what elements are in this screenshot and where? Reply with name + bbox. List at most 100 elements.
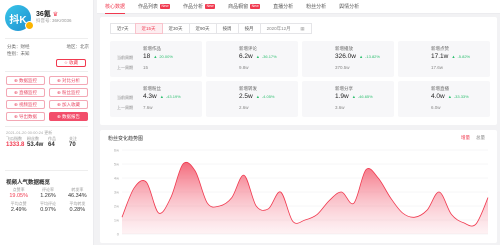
range-option[interactable]: 近30天 [161, 23, 190, 34]
metric-value: 1.9w ▲ -46.65% [335, 93, 373, 100]
period-label: 上一周期 [117, 105, 133, 110]
period-label: 上一周期 [117, 65, 133, 70]
popularity-value: 2.49% [10, 207, 27, 213]
data-point [365, 169, 366, 170]
popularity-title: 视频人气数据概览 [6, 180, 51, 186]
tab-item[interactable]: 粉丝分析 [306, 0, 326, 14]
info-value: 北京 [80, 44, 89, 49]
trend-arrow-icon: ▲ [158, 94, 164, 99]
data-point [195, 170, 196, 171]
range-option[interactable]: 近7天 [110, 23, 136, 34]
metric-current: 1.9w [335, 93, 349, 100]
popularity-value: 1.26% [40, 193, 56, 199]
metric-delta: -13.82% [365, 54, 380, 59]
metric-value: 6.2w ▲ -36.17% [239, 53, 277, 60]
avatar[interactable]: 抖K [5, 5, 34, 31]
action-button[interactable]: ⊕ 视频监控 [6, 100, 45, 109]
metric-title: 新增点赞 [431, 46, 449, 51]
metric-previous: 7.6w [143, 105, 153, 110]
account-name-text: 36氪 [36, 11, 51, 18]
action-button[interactable]: ⊕ 粉丝监控 [49, 88, 88, 97]
main-content: 核心数据 作品列表 New 作品分析 New 商品橱窗 New 直播分析 粉丝分析 舆情分析 近7… [97, 0, 500, 245]
tab-bar: 核心数据 作品列表 New 作品分析 New 商品橱窗 New 直播分析 粉丝分析 舆情分析 [97, 0, 500, 14]
metric-delta: 20.00% [159, 54, 173, 59]
metric-value: 18 ▲ 20.00% [143, 53, 173, 60]
metric-title: 新增播放 [335, 46, 353, 51]
metric-previous: 15 [143, 65, 149, 70]
metric-card: 新增点赞 17.1w ▲ -5.82% 17.6w [398, 41, 490, 77]
data-point [207, 203, 208, 204]
popularity-item: 点赞率 19.05% [4, 187, 33, 199]
tab-item[interactable]: 直播分析 [273, 0, 293, 14]
tab-label: 作品列表 [138, 4, 159, 10]
y-tick-label: 6w [114, 148, 119, 153]
action-button[interactable]: ⊕ 直播监控 [6, 88, 45, 97]
metric-card: 新增播放 326.0w ▲ -13.82% 370.5w [302, 41, 394, 77]
divider [5, 170, 88, 171]
tab-label: 直播分析 [273, 4, 294, 10]
action-button[interactable]: ⊕ 数据报告 [49, 112, 88, 121]
popularity-value: 0.97% [40, 207, 56, 213]
new-badge: New [250, 4, 261, 9]
tab-item[interactable]: 舆情分析 [339, 0, 359, 14]
popularity-item: 平均转发 0.28% [63, 201, 92, 213]
data-point [353, 203, 354, 204]
tab-item[interactable]: 核心数据 [105, 0, 126, 14]
page: 抖K 36氪 ♛ 抖音号: 36Kr0036 分类：财经 地区：北京 性别：未知 … [0, 0, 500, 245]
range-option[interactable]: 按月 [237, 23, 261, 34]
data-point [292, 221, 293, 222]
tab-item[interactable]: 商品橱窗 New [228, 0, 261, 14]
data-point [475, 224, 476, 225]
tab-label: 粉丝分析 [306, 4, 327, 10]
metric-title: 新增直播 [431, 86, 449, 91]
metric-current: 4.0w [431, 93, 445, 100]
range-option[interactable]: 按周 [215, 23, 239, 34]
period-label: 当前周期 [117, 95, 133, 100]
info-value: 未知 [20, 51, 30, 56]
metric-current: 6.2w [239, 53, 253, 60]
metric-previous: 370.5w [335, 65, 350, 70]
range-option[interactable]: 近15天 [134, 23, 163, 34]
stat-cell: 关注 70 [69, 136, 90, 148]
data-point [341, 191, 342, 192]
action-button[interactable]: ⊕ 数据监控 [6, 76, 45, 85]
metric-title: 新增转发 [239, 86, 257, 91]
y-tick-label: 3w [114, 190, 119, 195]
info-region: 地区：北京 [67, 44, 90, 51]
action-button[interactable]: ⊕ 加入收藏 [49, 100, 88, 109]
data-point [256, 205, 257, 206]
metric-previous: 9.8w [239, 65, 249, 70]
action-button[interactable]: ⊕ 对比分析 [49, 76, 88, 85]
y-tick-label: 5w [114, 162, 119, 167]
trend-arrow-icon: ▲ [254, 94, 260, 99]
metric-current: 17.1w [431, 53, 449, 60]
trend-arrow-icon: ▲ [446, 94, 452, 99]
data-point [158, 212, 159, 213]
action-buttons: ⊕ 数据监控 ⊕ 对比分析 ⊕ 直播监控 ⊕ 粉丝监控 ⊕ 视频监控 ⊕ 加入收藏 ⊕ 导出… [6, 76, 88, 121]
date-picker[interactable]: 2020年12月 ▦ [259, 23, 312, 34]
metric-card: 新增分享 1.9w ▲ -46.65% 3.6w [302, 81, 394, 117]
metric-delta: -43.19% [165, 94, 181, 99]
verified-badge-icon [25, 21, 34, 30]
tab-item[interactable]: 作品分析 New [183, 0, 216, 14]
data-point [231, 197, 232, 198]
info-label: 地区： [66, 44, 81, 49]
stat-value: 70 [69, 142, 76, 148]
tab-label: 舆情分析 [339, 4, 360, 10]
metric-card: 新增直播 4.0w ▲ -33.33% 6.0w [398, 81, 490, 117]
fans-trend-chart: 6w 5w 4w 3w 2w 1w 0 [114, 148, 489, 237]
metric-delta: -5.82% [457, 54, 471, 59]
metric-previous: 2.6w [239, 105, 249, 110]
popularity-grid: 点赞率 19.05% 评论率 1.26% 转发率 46.34% 平均点赞 2.49% 平均评论 0… [4, 187, 92, 213]
data-point [317, 214, 318, 215]
tab-label: 商品橱窗 [228, 4, 249, 10]
action-button[interactable]: ⊕ 导出数据 [6, 112, 45, 121]
tab-item[interactable]: 作品列表 New [138, 0, 171, 14]
date-value: 2020年12月 [266, 25, 291, 31]
favorite-button[interactable]: ☆ 收藏 [56, 59, 86, 67]
metric-current: 4.3w [143, 93, 157, 100]
trend-arrow-icon: ▲ [350, 94, 356, 99]
range-option[interactable]: 近90天 [188, 23, 217, 34]
data-point [304, 219, 305, 220]
data-point [243, 175, 244, 176]
